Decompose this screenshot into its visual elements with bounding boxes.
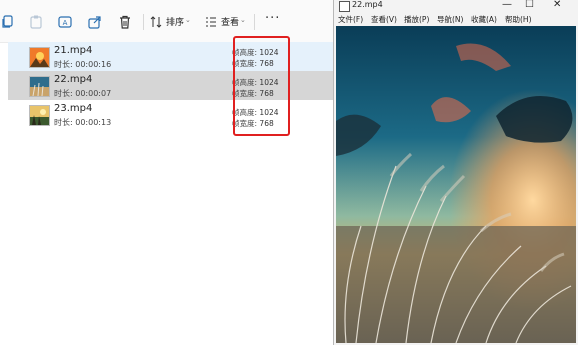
view-button[interactable]: 查看 <box>221 15 239 28</box>
menu-view[interactable]: 查看(V) <box>371 14 397 25</box>
file-name: 23.mp4 <box>54 103 93 114</box>
annotation-highlight-box <box>233 36 290 136</box>
copy-icon[interactable] <box>0 14 16 30</box>
menu-navigate[interactable]: 导航(N) <box>437 14 463 25</box>
close-button[interactable]: ✕ <box>553 0 561 10</box>
maximize-button[interactable]: ☐ <box>525 0 534 10</box>
menu-file[interactable]: 文件(F) <box>338 14 363 25</box>
sort-chevron-down-icon[interactable]: ⌄ <box>185 16 191 24</box>
video-thumbnail <box>29 76 50 97</box>
share-icon[interactable] <box>87 14 103 30</box>
player-titlebar[interactable]: 22.mp4 — ☐ ✕ <box>334 0 578 12</box>
file-name: 21.mp4 <box>54 45 93 56</box>
window-title: 22.mp4 <box>352 0 383 9</box>
file-duration: 时长: 00:00:07 <box>54 89 112 98</box>
video-player-window: 22.mp4 — ☐ ✕ 文件(F) 查看(V) 播放(P) 导航(N) 收藏(… <box>333 0 578 345</box>
toolbar-divider <box>143 14 144 30</box>
view-icon <box>206 17 216 27</box>
player-app-icon <box>339 1 350 12</box>
menu-help[interactable]: 帮助(H) <box>505 14 532 25</box>
file-duration: 时长: 00:00:16 <box>54 60 112 69</box>
view-chevron-down-icon[interactable]: ⌄ <box>240 16 246 24</box>
delete-icon[interactable] <box>117 14 133 30</box>
more-options-button[interactable]: ··· <box>265 11 280 26</box>
menu-play[interactable]: 播放(P) <box>404 14 429 25</box>
sort-button[interactable]: 排序 <box>166 15 184 28</box>
svg-text:A: A <box>63 19 68 27</box>
rename-icon[interactable]: A <box>57 14 73 30</box>
player-menubar: 文件(F) 查看(V) 播放(P) 导航(N) 收藏(A) 帮助(H) <box>334 13 578 25</box>
video-thumbnail <box>29 105 50 126</box>
video-frame[interactable] <box>336 26 576 343</box>
toolbar-divider <box>254 14 255 30</box>
paste-icon[interactable] <box>28 14 44 30</box>
file-name: 22.mp4 <box>54 74 93 85</box>
sort-icon <box>150 16 162 28</box>
minimize-button[interactable]: — <box>502 0 512 10</box>
menu-favorites[interactable]: 收藏(A) <box>471 14 497 25</box>
file-duration: 时长: 00:00:13 <box>54 118 112 127</box>
video-thumbnail <box>29 47 50 68</box>
